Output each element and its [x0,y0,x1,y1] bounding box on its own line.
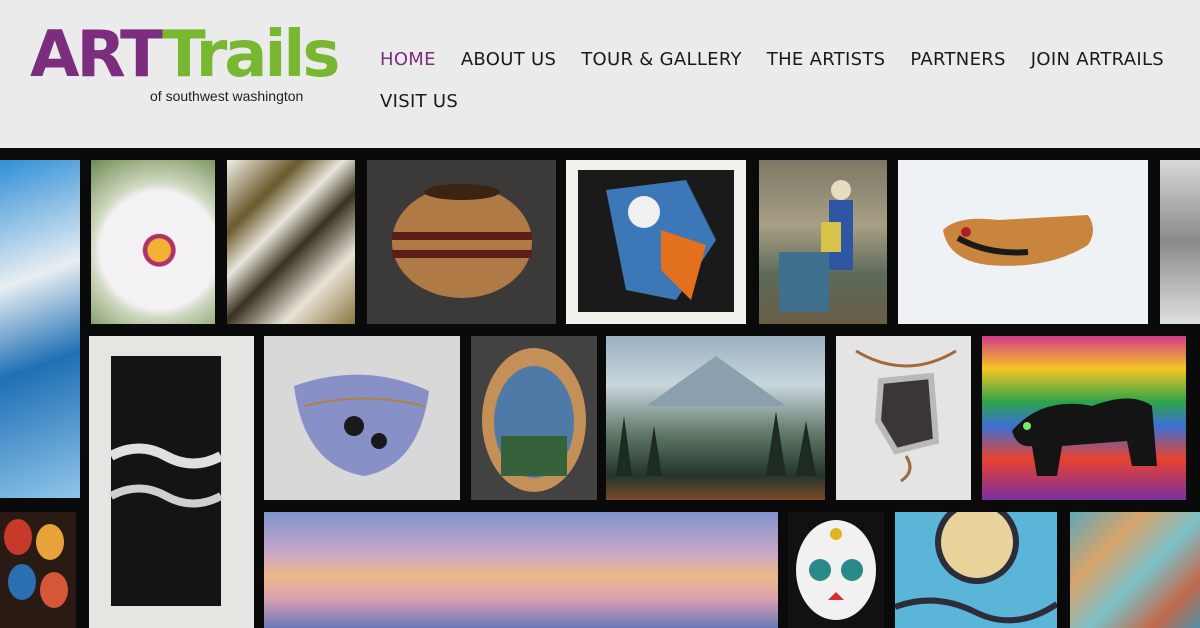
nav-join-artrails[interactable]: JOIN ARTRAILS [1031,49,1164,70]
logo-wordmark: ARTTrails [30,18,340,92]
nav-the-artists[interactable]: THE ARTISTS [767,49,886,70]
nav-home[interactable]: HOME [380,49,436,70]
artwork-wooden-bowl [367,160,556,324]
nav-visit-us[interactable]: VISIT US [380,91,458,112]
artwork-linocut-print [566,160,746,324]
nav-about-us[interactable]: ABOUT US [461,49,556,70]
nav-tour-gallery[interactable]: TOUR & GALLERY [581,49,742,70]
logo-subtitle: of southwest washington [150,88,304,104]
artwork-painted-eggs [0,512,76,628]
artwork-wood-slab-landscape [471,336,597,500]
artwork-woven-wall-hanging [89,336,254,628]
artwork-collage [0,148,1200,628]
artwork-milkmaid-painting [759,160,887,324]
artwork-white-peony [91,160,215,324]
artwork-patterned-vessel [264,336,460,500]
artwork-sunset-seascape [264,512,778,628]
main-navigation: HOME ABOUT US TOUR & GALLERY THE ARTISTS… [380,38,1170,122]
linocut-figure [578,170,734,312]
artwork-moon-textile [895,512,1057,628]
moon-shape [895,512,1057,624]
artwork-stone-pendant [836,336,971,500]
wood-slab-shape [482,348,586,492]
vessel-shape [294,374,429,476]
artwork-blue-fluid-painting [0,160,80,498]
weaving-shape [108,356,224,606]
milkmaid-figure [779,180,853,312]
site-header: ARTTrails of southwest washington HOME A… [0,0,1200,148]
cat-shape [1012,398,1157,476]
artwork-mountain-forest-painting [606,336,825,500]
artwork-fluid-abstract [1070,512,1200,628]
forest-shape [616,356,816,476]
nav-partners[interactable]: PARTNERS [910,49,1005,70]
artwork-glass-sculpture [227,160,355,324]
skull-shape [796,520,876,620]
bird-bowl-shape [943,215,1093,266]
eggs-shape [4,519,68,608]
artwork-sketch-edge [1160,160,1200,324]
artwork-beaded-cat [982,336,1186,500]
bowl-shape [392,184,532,298]
artrails-logo[interactable]: ARTTrails of southwest washington [30,22,340,106]
pendant-shape [855,349,957,483]
artwork-sugar-skull [788,512,884,628]
artwork-carved-bird-bowl [898,160,1148,324]
